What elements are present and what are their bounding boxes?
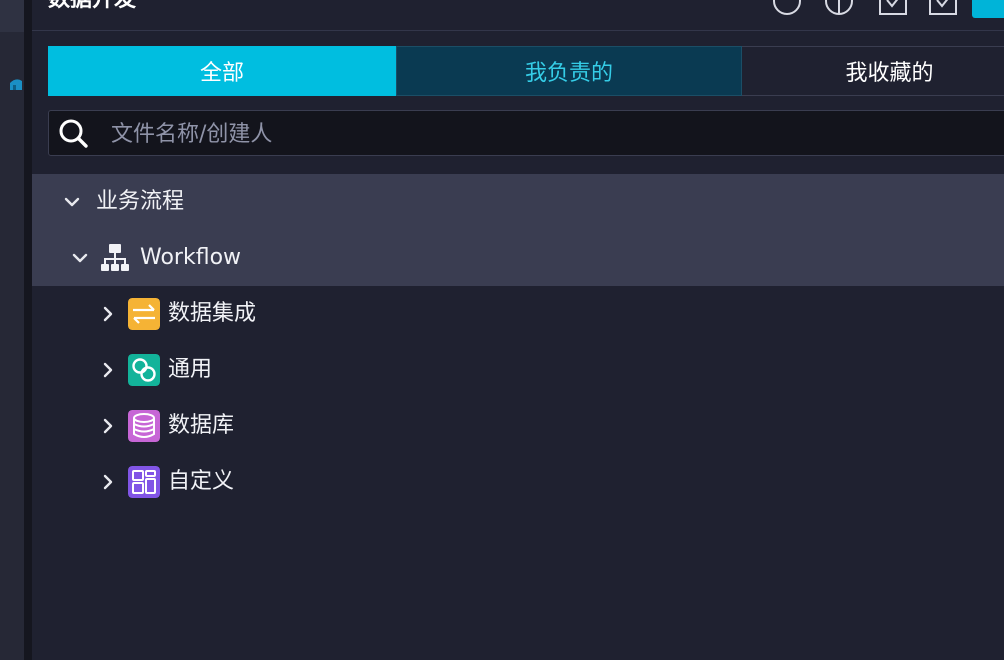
locate-icon[interactable] xyxy=(824,0,854,16)
rail-divider xyxy=(24,0,32,660)
tab-all[interactable]: 全部 xyxy=(48,46,396,96)
tree-node-label: 数据集成 xyxy=(168,301,257,326)
search-icon xyxy=(59,119,88,148)
tree-node-database[interactable]: 数据库 xyxy=(32,398,1004,454)
create-button[interactable] xyxy=(972,0,1004,18)
tree-node-business-flow[interactable]: 业务流程 xyxy=(32,174,1004,230)
tree-node-label: 数据库 xyxy=(168,413,235,438)
filter-tabs: 全部 我负责的 我收藏的 xyxy=(48,46,1004,98)
chevron-down-icon[interactable] xyxy=(62,192,82,212)
link-icon xyxy=(128,354,160,386)
data-development-panel: 数据开发 全部 我负责的 我收藏的 xyxy=(32,0,1004,660)
refresh-icon[interactable] xyxy=(772,0,802,16)
rail-active-item[interactable] xyxy=(0,0,24,32)
tree-node-label: Workflow xyxy=(140,245,242,270)
chevron-right-icon[interactable] xyxy=(98,304,118,324)
org-chart-icon xyxy=(101,244,129,271)
panel-title: 数据开发 xyxy=(48,0,136,14)
search-box xyxy=(48,110,1004,157)
tab-favorites[interactable]: 我收藏的 xyxy=(742,46,1004,96)
search-input[interactable] xyxy=(109,111,1004,157)
chevron-right-icon[interactable] xyxy=(98,416,118,436)
export-icon[interactable] xyxy=(928,0,958,16)
tree-node-general[interactable]: 通用 xyxy=(32,342,1004,398)
tab-mine[interactable]: 我负责的 xyxy=(396,46,742,96)
tree-node-workflow[interactable]: Workflow xyxy=(32,230,1004,286)
tree-node-label: 业务流程 xyxy=(96,189,185,214)
tree-node-label: 通用 xyxy=(168,357,213,382)
tree-node-data-integration[interactable]: 数据集成 xyxy=(32,286,1004,342)
swap-arrows-icon xyxy=(128,298,160,330)
app-logo-icon[interactable] xyxy=(8,76,24,92)
tree-node-custom[interactable]: 自定义 xyxy=(32,454,1004,510)
database-icon xyxy=(128,410,160,442)
panel-header: 数据开发 xyxy=(32,0,1004,31)
chevron-right-icon[interactable] xyxy=(98,360,118,380)
chevron-down-icon[interactable] xyxy=(70,248,90,268)
left-rail xyxy=(0,0,24,660)
layout-icon xyxy=(128,466,160,498)
chevron-right-icon[interactable] xyxy=(98,472,118,492)
app-root: 数据开发 全部 我负责的 我收藏的 xyxy=(0,0,1004,660)
tree-node-label: 自定义 xyxy=(168,469,235,494)
import-icon[interactable] xyxy=(878,0,908,16)
file-tree: 业务流程 Workflow 数据集成 通用 数据库 自定义 xyxy=(32,174,1004,510)
